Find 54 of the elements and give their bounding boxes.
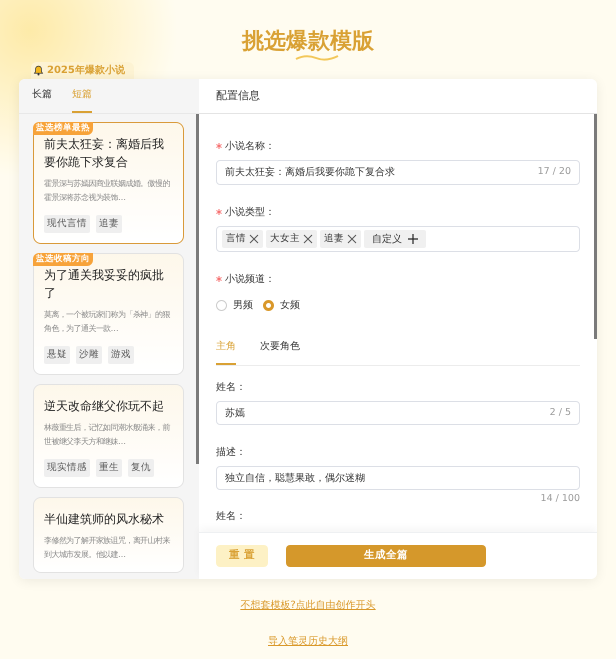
genre-tag: 悬疑 [44, 346, 70, 364]
novel-card[interactable]: 半仙建筑师的风水秘术 李修然为了解开家族诅咒，离开山村来到大城市发展。他以建… [33, 497, 184, 573]
radio-label: 女频 [280, 298, 300, 313]
char-count: 14 / 100 [540, 492, 580, 506]
genre-label: 大女主 [270, 232, 300, 246]
bell-icon [33, 65, 44, 76]
genre-tag: 复仇 [128, 459, 154, 477]
role-name-field[interactable]: 苏嫣 2 / 5 [216, 401, 580, 425]
field-label: 小说类型： [225, 206, 275, 220]
novel-title: 逆天改命继父你玩不起 [44, 398, 165, 415]
genre-select[interactable]: 言情 大女主 追妻 自定义 [216, 226, 580, 252]
banner-tag: 2025年爆款小说 [31, 62, 134, 79]
description-field[interactable]: 独立自信，聪慧果敢，偶尔迷糊 [216, 466, 580, 490]
field-label: 小说名称： [225, 140, 275, 154]
novel-title: 半仙建筑师的风水秘术 [44, 511, 165, 528]
novel-card[interactable]: 盐选收稿方向 为了通关我妥妥的疯批了 莫离，一个被玩家们称为「杀神」的狠角色，为了通关一款… 悬疑 沙雕 游戏 [33, 253, 184, 375]
plus-icon [408, 234, 418, 244]
char-count: 2 / 5 [550, 406, 571, 420]
close-icon[interactable] [303, 234, 313, 244]
novel-summary: 莫离，一个被玩家们称为「杀神」的狠角色，为了通关一款… [44, 309, 171, 335]
novel-summary: 林薇重生后，记忆如同潮水般涌来，前世被继父李天方和继妹… [44, 422, 172, 448]
category-tab[interactable]: 长篇 [32, 87, 52, 113]
genre-tag: 沙雕 [76, 346, 102, 364]
field-label: 描述： [216, 446, 246, 460]
genre-tag: 现代言情 [44, 215, 90, 233]
genre-tag: 追妻 [96, 215, 122, 233]
radio-label: 男频 [233, 298, 253, 313]
field-label: 小说频道： [225, 272, 275, 286]
novel-card[interactable]: 盐选榜单最热 前夫太狂妄：离婚后我要你跪下求复合 霍景深与苏嫣因商业联姻成婚。傲慢的霍景深将苏念视为装饰… 现代言情 追妻 [33, 122, 184, 244]
genre-label: 言情 [226, 232, 246, 246]
page-title: 挑选爆款模版 [242, 28, 374, 56]
close-icon[interactable] [347, 234, 357, 244]
custom-genre-button[interactable]: 自定义 [364, 230, 426, 248]
field-label: 姓名： [216, 510, 246, 524]
novel-summary: 李修然为了解开家族诅咒，离开山村来到大城市发展。他以建… [44, 535, 172, 561]
char-count: 17 / 20 [538, 165, 571, 180]
squiggle-icon [294, 53, 340, 61]
novel-card[interactable]: 逆天改命继父你玩不起 林薇重生后，记忆如同潮水般涌来，前世被继父李天方和继妹… 现实情感 重生 复仇 [33, 384, 184, 488]
novel-title: 为了通关我妥妥的疯批了 [44, 267, 165, 302]
novel-summary: 霍景深与苏嫣因商业联姻成婚。傲慢的霍景深将苏念视为装饰… [44, 178, 171, 204]
genre-tag: 重生 [96, 459, 122, 477]
close-icon[interactable] [249, 234, 259, 244]
genre-tag: 现实情感 [44, 459, 90, 477]
genre-tag: 游戏 [108, 346, 134, 364]
card-badge: 盐选收稿方向 [33, 253, 93, 266]
field-label: 姓名： [216, 380, 246, 394]
radio-button[interactable] [263, 300, 274, 311]
role-tab[interactable]: 次要角色 [260, 339, 300, 365]
genre-label: 追妻 [324, 232, 344, 246]
card-badge: 盐选榜单最热 [33, 122, 93, 135]
novel-title: 前夫太狂妄：离婚后我要你跪下求复合 [44, 136, 165, 171]
panel-heading: 配置信息 [216, 88, 260, 104]
radio-button[interactable] [216, 300, 227, 311]
novel-name-field[interactable]: 前夫太狂妄：离婚后我要你跪下复合求 17 / 20 [216, 160, 580, 185]
